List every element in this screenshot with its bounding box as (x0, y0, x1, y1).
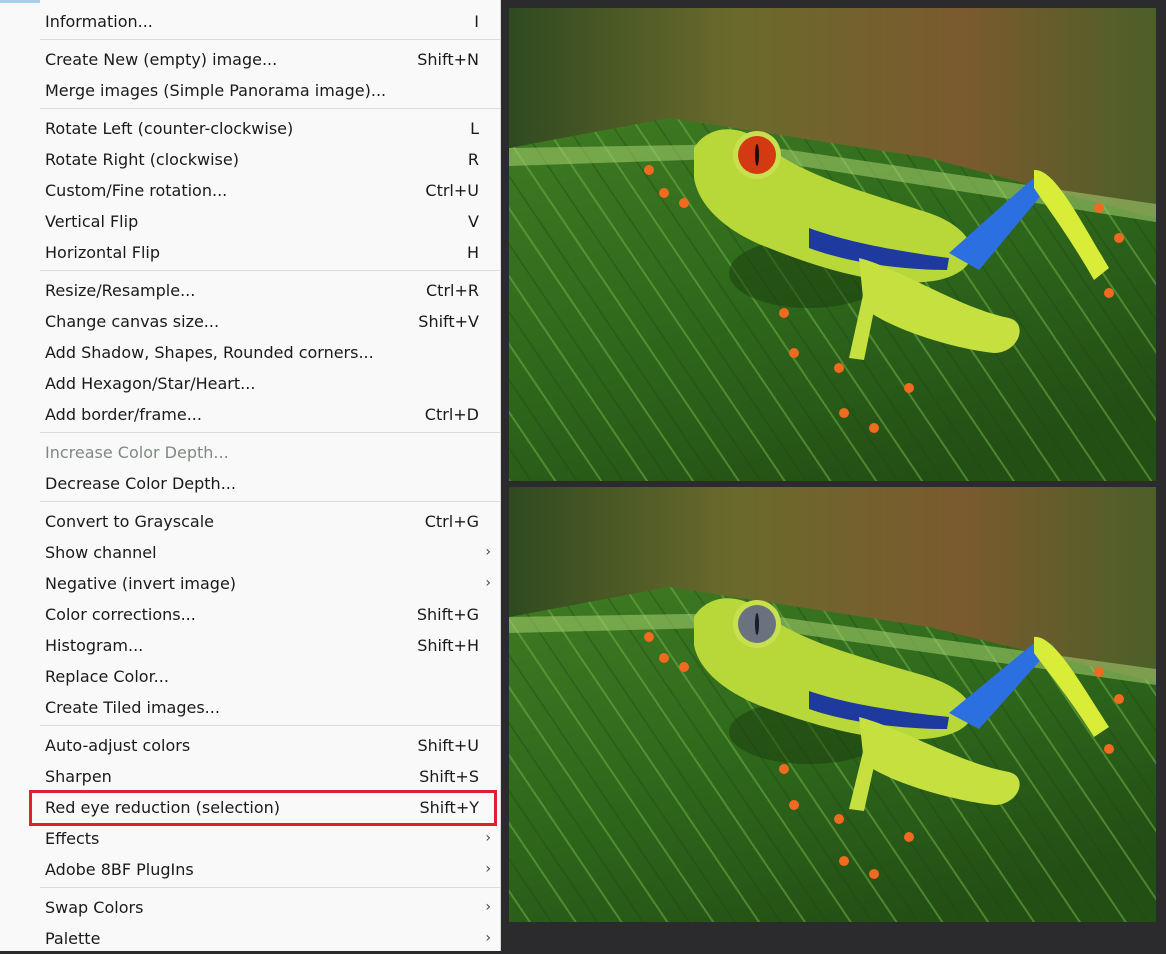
menu-item-label: Palette (45, 929, 101, 948)
frog-photo-before (509, 8, 1156, 481)
menu-item-show-channel[interactable]: Show channel › (0, 537, 500, 568)
menu-item-label: Horizontal Flip (45, 243, 161, 262)
menu-separator (40, 725, 500, 726)
menu-item-label: Convert to Grayscale (45, 512, 214, 531)
menu-item-rotate-left[interactable]: Rotate Left (counter-clockwise) L (0, 113, 500, 144)
menu-item-shortcut: Shift+V (418, 312, 479, 331)
menu-item-shortcut: Shift+N (417, 50, 479, 69)
menu-item-swap-colors[interactable]: Swap Colors › (0, 892, 500, 923)
menu-item-label: Sharpen (45, 767, 112, 786)
menu-item-label: Increase Color Depth... (45, 443, 229, 462)
menu-item-label: Vertical Flip (45, 212, 139, 231)
menu-item-label: Information... (45, 12, 153, 31)
menu-item-label: Add Hexagon/Star/Heart... (45, 374, 256, 393)
menu-item-label: Add Shadow, Shapes, Rounded corners... (45, 343, 374, 362)
menu-item-custom-rotation[interactable]: Custom/Fine rotation... Ctrl+U (0, 175, 500, 206)
frog-photo-after (509, 487, 1156, 922)
chevron-right-icon: › (485, 575, 491, 591)
menu-item-resize-resample[interactable]: Resize/Resample... Ctrl+R (0, 275, 500, 306)
menu-item-negative[interactable]: Negative (invert image) › (0, 568, 500, 599)
menu-item-shortcut: L (470, 119, 479, 138)
menu-item-create-tiled-images[interactable]: Create Tiled images... (0, 692, 500, 723)
menu-corner-accent (0, 0, 40, 3)
menu-separator (40, 108, 500, 109)
menu-item-shortcut: H (466, 243, 479, 262)
menu-item-change-canvas-size[interactable]: Change canvas size... Shift+V (0, 306, 500, 337)
menu-item-label: Effects (45, 829, 100, 848)
menu-item-convert-grayscale[interactable]: Convert to Grayscale Ctrl+G (0, 506, 500, 537)
menu-item-label: Swap Colors (45, 898, 144, 917)
chevron-right-icon: › (485, 899, 491, 915)
menu-item-shortcut: Ctrl+U (425, 181, 479, 200)
menu-item-merge-images[interactable]: Merge images (Simple Panorama image)... (0, 75, 500, 106)
frog-image-before (509, 8, 1156, 481)
menu-item-adobe-8bf-plugins[interactable]: Adobe 8BF PlugIns › (0, 854, 500, 885)
frog-image-after (509, 487, 1156, 922)
menu-item-label: Merge images (Simple Panorama image)... (45, 81, 387, 100)
menu-item-replace-color[interactable]: Replace Color... (0, 661, 500, 692)
menu-item-label: Color corrections... (45, 605, 196, 624)
chevron-right-icon: › (485, 861, 491, 877)
menu-item-shortcut: Shift+H (417, 636, 479, 655)
menu-separator (40, 432, 500, 433)
menu-item-sharpen[interactable]: Sharpen Shift+S (0, 761, 500, 792)
menu-item-decrease-color-depth[interactable]: Decrease Color Depth... (0, 468, 500, 499)
menu-item-shortcut: Ctrl+G (424, 512, 479, 531)
menu-item-shortcut: Shift+S (419, 767, 479, 786)
menu-item-palette[interactable]: Palette › (0, 923, 500, 954)
chevron-right-icon: › (485, 544, 491, 560)
menu-item-increase-color-depth: Increase Color Depth... (0, 437, 500, 468)
menu-separator (40, 887, 500, 888)
menu-item-label: Resize/Resample... (45, 281, 196, 300)
menu-item-label: Adobe 8BF PlugIns (45, 860, 194, 879)
menu-item-shortcut: Shift+U (417, 736, 479, 755)
menu-item-vertical-flip[interactable]: Vertical Flip V (0, 206, 500, 237)
menu-item-shortcut: I (474, 12, 479, 31)
menu-item-label: Add border/frame... (45, 405, 202, 424)
menu-item-horizontal-flip[interactable]: Horizontal Flip H (0, 237, 500, 268)
chevron-right-icon: › (485, 830, 491, 846)
menu-item-label: Auto-adjust colors (45, 736, 191, 755)
menu-item-label: Rotate Left (counter-clockwise) (45, 119, 294, 138)
menu-item-label: Rotate Right (clockwise) (45, 150, 239, 169)
menu-item-shortcut: Ctrl+R (426, 281, 479, 300)
menu-item-add-shadow-shapes[interactable]: Add Shadow, Shapes, Rounded corners... (0, 337, 500, 368)
menu-item-shortcut: Ctrl+D (424, 405, 479, 424)
context-menu: Information... I Create New (empty) imag… (0, 0, 501, 951)
menu-separator (40, 270, 500, 271)
menu-item-create-new-image[interactable]: Create New (empty) image... Shift+N (0, 44, 500, 75)
menu-item-label: Show channel (45, 543, 157, 562)
menu-item-add-border-frame[interactable]: Add border/frame... Ctrl+D (0, 399, 500, 430)
menu-item-label: Negative (invert image) (45, 574, 237, 593)
menu-item-shortcut: Shift+G (416, 605, 479, 624)
chevron-right-icon: › (485, 930, 491, 946)
menu-item-label: Custom/Fine rotation... (45, 181, 228, 200)
menu-item-information[interactable]: Information... I (0, 6, 500, 37)
menu-item-label: Create New (empty) image... (45, 50, 278, 69)
menu-item-auto-adjust-colors[interactable]: Auto-adjust colors Shift+U (0, 730, 500, 761)
menu-item-label: Create Tiled images... (45, 698, 220, 717)
menu-item-rotate-right[interactable]: Rotate Right (clockwise) R (0, 144, 500, 175)
red-eye-highlight-box (29, 790, 497, 826)
menu-item-label: Histogram... (45, 636, 144, 655)
menu-item-label: Decrease Color Depth... (45, 474, 236, 493)
menu-item-shortcut: V (468, 212, 479, 231)
menu-separator (40, 39, 500, 40)
menu-item-label: Replace Color... (45, 667, 169, 686)
menu-item-histogram[interactable]: Histogram... Shift+H (0, 630, 500, 661)
menu-item-shortcut: R (467, 150, 479, 169)
image-preview-panel (501, 0, 1166, 951)
menu-item-color-corrections[interactable]: Color corrections... Shift+G (0, 599, 500, 630)
menu-item-add-hexagon-star-heart[interactable]: Add Hexagon/Star/Heart... (0, 368, 500, 399)
menu-item-label: Change canvas size... (45, 312, 220, 331)
menu-separator (40, 501, 500, 502)
menu-item-effects[interactable]: Effects › (0, 823, 500, 854)
